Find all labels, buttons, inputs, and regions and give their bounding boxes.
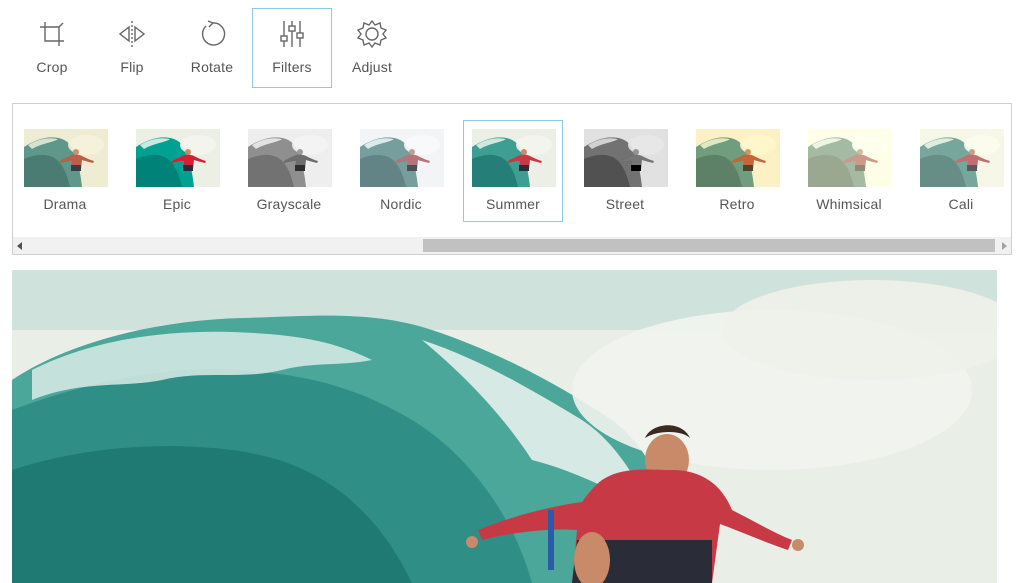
filter-label: Epic — [162, 196, 192, 212]
crop-tool-button[interactable]: Crop — [12, 8, 92, 88]
rotate-icon — [195, 17, 229, 51]
filter-summer[interactable]: Summer — [463, 120, 563, 222]
flip-label: Flip — [120, 59, 144, 75]
filter-retro[interactable]: Retro — [687, 120, 787, 222]
filter-label: Grayscale — [256, 196, 322, 212]
filter-drama-thumbnail — [24, 129, 108, 187]
filter-cali[interactable]: Cali — [911, 120, 1011, 222]
filters-tool-button[interactable]: Filters — [252, 8, 332, 88]
filter-label: Drama — [43, 196, 87, 212]
filter-label: Street — [605, 196, 645, 212]
filter-whimsical-thumbnail — [808, 129, 892, 187]
adjust-icon — [355, 17, 389, 51]
filter-epic[interactable]: Epic — [127, 120, 227, 222]
image-preview — [12, 270, 997, 583]
filter-street[interactable]: Street — [575, 120, 675, 222]
flip-icon — [115, 17, 149, 51]
crop-label: Crop — [36, 59, 68, 75]
crop-icon — [35, 17, 69, 51]
scroll-left-arrow-icon[interactable] — [17, 242, 22, 250]
scrollbar-thumb[interactable] — [423, 239, 995, 252]
filter-grayscale[interactable]: Grayscale — [239, 120, 339, 222]
filter-strip: Drama Epic Grayscale Nordic Summer Stree… — [13, 120, 1012, 222]
filter-whimsical[interactable]: Whimsical — [799, 120, 899, 222]
filter-nordic[interactable]: Nordic — [351, 120, 451, 222]
filter-street-thumbnail — [584, 129, 668, 187]
scroll-right-arrow-icon[interactable] — [1002, 242, 1007, 250]
rotate-tool-button[interactable]: Rotate — [172, 8, 252, 88]
filter-nordic-thumbnail — [360, 129, 444, 187]
editor-toolbar: Crop Flip Rotate Filters Adjust — [12, 8, 412, 88]
filter-label: Whimsical — [816, 196, 882, 212]
adjust-label: Adjust — [351, 59, 393, 75]
filter-retro-thumbnail — [696, 129, 780, 187]
adjust-tool-button[interactable]: Adjust — [332, 8, 412, 88]
filters-label: Filters — [272, 59, 312, 75]
filter-scrollbar[interactable] — [13, 237, 1011, 254]
filter-label: Cali — [948, 196, 974, 212]
rotate-label: Rotate — [190, 59, 234, 75]
flip-tool-button[interactable]: Flip — [92, 8, 172, 88]
filter-label: Retro — [719, 196, 755, 212]
filter-panel: Drama Epic Grayscale Nordic Summer Stree… — [12, 103, 1012, 255]
filter-label: Summer — [485, 196, 541, 212]
filter-grayscale-thumbnail — [248, 129, 332, 187]
filter-drama[interactable]: Drama — [15, 120, 115, 222]
filters-icon — [275, 17, 309, 51]
filter-cali-thumbnail — [920, 129, 1004, 187]
filter-summer-thumbnail — [472, 129, 556, 187]
filter-epic-thumbnail — [136, 129, 220, 187]
filter-label: Nordic — [380, 196, 422, 212]
